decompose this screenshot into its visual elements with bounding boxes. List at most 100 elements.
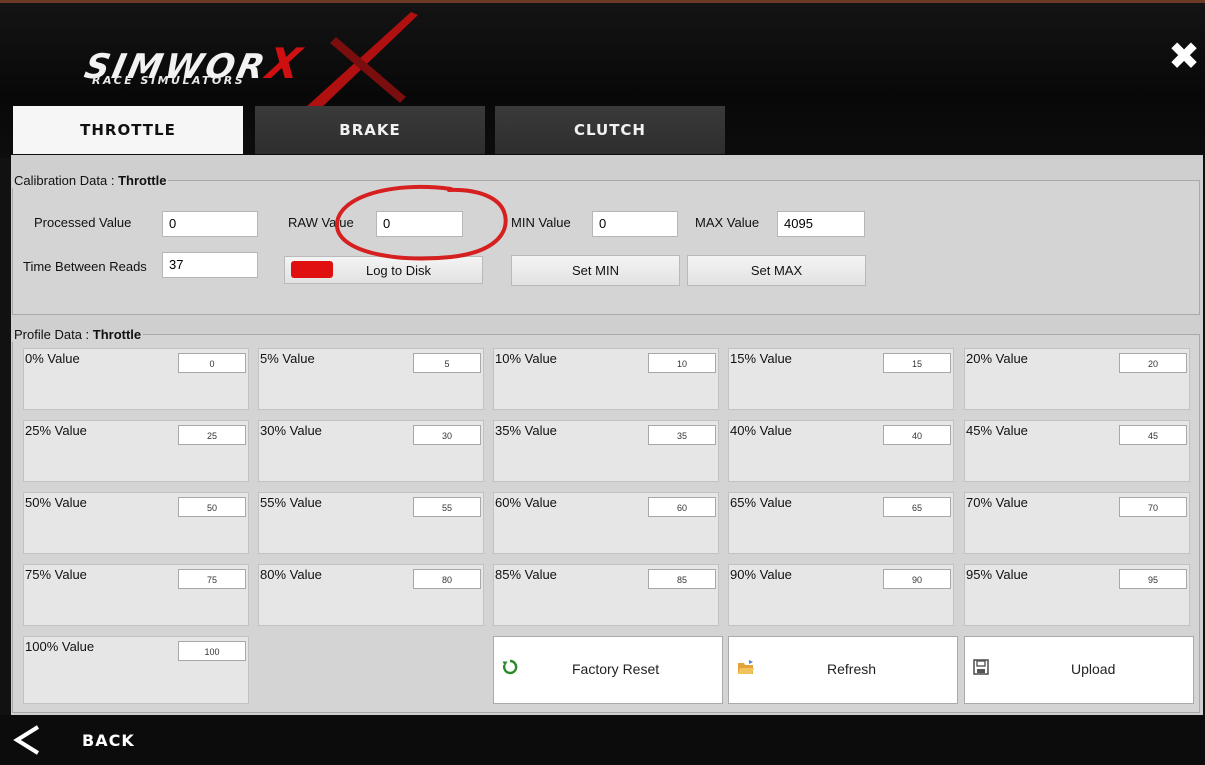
profile-value-field[interactable]: 5 (413, 353, 481, 373)
profile-value-label: 60% Value (495, 495, 557, 510)
profile-cell: 20% Value 20 (964, 348, 1190, 410)
profile-value-label: 90% Value (730, 567, 792, 582)
calibration-group: Calibration Data : Throttle (12, 173, 1200, 315)
main-panel: Calibration Data : Throttle Processed Va… (11, 155, 1203, 715)
profile-value-label: 0% Value (25, 351, 80, 366)
raw-value-field[interactable]: 0 (376, 211, 463, 237)
profile-cell: 75% Value 75 (23, 564, 249, 626)
profile-value-label: 15% Value (730, 351, 792, 366)
time-between-reads-label: Time Between Reads (23, 259, 147, 274)
profile-cell: 70% Value 70 (964, 492, 1190, 554)
profile-value-field[interactable]: 50 (178, 497, 246, 517)
profile-cell: 60% Value 60 (493, 492, 719, 554)
profile-cell: 55% Value 55 (258, 492, 484, 554)
profile-value-label: 70% Value (966, 495, 1028, 510)
profile-cell: 80% Value 80 (258, 564, 484, 626)
time-between-reads-field[interactable]: 37 (162, 252, 258, 278)
profile-value-label: 65% Value (730, 495, 792, 510)
profile-value-field[interactable]: 40 (883, 425, 951, 445)
set-max-button[interactable]: Set MAX (687, 255, 866, 286)
profile-legend: Profile Data : Throttle (14, 327, 142, 342)
factory-reset-button[interactable]: Factory Reset (493, 636, 723, 704)
profile-value-label: 45% Value (966, 423, 1028, 438)
profile-value-field[interactable]: 55 (413, 497, 481, 517)
footer-bar: BACK (0, 715, 1205, 765)
calibration-legend: Calibration Data : Throttle (14, 173, 167, 188)
max-value-label: MAX Value (695, 215, 760, 230)
profile-value-label: 100% Value (25, 639, 95, 654)
profile-value-field[interactable]: 100 (178, 641, 246, 661)
profile-cell: 30% Value 30 (258, 420, 484, 482)
set-min-button[interactable]: Set MIN (511, 255, 680, 286)
raw-value-label: RAW Value (288, 215, 354, 230)
log-to-disk-label: Log to Disk (365, 262, 432, 278)
profile-value-field[interactable]: 0 (178, 353, 246, 373)
header-bar: SIMWORX RACE SIMULATORS ✖ THROTTLE BRAKE… (0, 0, 1205, 158)
profile-value-label: 75% Value (25, 567, 87, 582)
profile-value-label: 20% Value (966, 351, 1028, 366)
profile-cell: 45% Value 45 (964, 420, 1190, 482)
back-label[interactable]: BACK (82, 731, 135, 750)
profile-cell: 10% Value 10 (493, 348, 719, 410)
refresh-button[interactable]: Refresh (728, 636, 958, 704)
profile-value-label: 55% Value (260, 495, 322, 510)
min-value-label: MIN Value (511, 215, 571, 230)
profile-value-label: 35% Value (495, 423, 557, 438)
profile-cell: 50% Value 50 (23, 492, 249, 554)
profile-value-field[interactable]: 45 (1119, 425, 1187, 445)
profile-cell: 0% Value 0 (23, 348, 249, 410)
profile-value-label: 85% Value (495, 567, 557, 582)
profile-cell: 40% Value 40 (728, 420, 954, 482)
factory-reset-label: Factory Reset (572, 661, 660, 677)
profile-cell: 85% Value 85 (493, 564, 719, 626)
profile-value-label: 10% Value (495, 351, 557, 366)
profile-value-field[interactable]: 85 (648, 569, 716, 589)
close-icon[interactable]: ✖ (1166, 37, 1202, 75)
tab-throttle[interactable]: THROTTLE (13, 106, 243, 154)
profile-value-field[interactable]: 95 (1119, 569, 1187, 589)
profile-value-field[interactable]: 65 (883, 497, 951, 517)
folder-icon (737, 659, 755, 677)
profile-value-field[interactable]: 20 (1119, 353, 1187, 373)
refresh-label: Refresh (827, 661, 877, 677)
profile-cell: 25% Value 25 (23, 420, 249, 482)
min-value-field[interactable]: 0 (592, 211, 678, 237)
upload-label: Upload (1071, 661, 1116, 677)
profile-value-field[interactable]: 80 (413, 569, 481, 589)
log-status-indicator (291, 261, 333, 278)
profile-value-field[interactable]: 60 (648, 497, 716, 517)
max-value-field[interactable]: 4095 (777, 211, 865, 237)
processed-value-label: Processed Value (34, 215, 132, 230)
log-to-disk-button[interactable]: Log to Disk (284, 256, 483, 284)
profile-value-field[interactable]: 25 (178, 425, 246, 445)
profile-cell: 35% Value 35 (493, 420, 719, 482)
profile-cell: 5% Value 5 (258, 348, 484, 410)
profile-value-label: 80% Value (260, 567, 322, 582)
back-arrow-icon[interactable] (12, 724, 42, 756)
profile-value-label: 40% Value (730, 423, 792, 438)
profile-value-label: 30% Value (260, 423, 322, 438)
profile-value-field[interactable]: 10 (648, 353, 716, 373)
profile-value-field[interactable]: 35 (648, 425, 716, 445)
logo-swoosh-icon (306, 12, 418, 111)
profile-value-field[interactable]: 75 (178, 569, 246, 589)
processed-value-field[interactable]: 0 (162, 211, 258, 237)
profile-value-label: 5% Value (260, 351, 315, 366)
profile-cell: 90% Value 90 (728, 564, 954, 626)
tab-clutch[interactable]: CLUTCH (495, 106, 725, 154)
upload-button[interactable]: Upload (964, 636, 1194, 704)
profile-value-label: 25% Value (25, 423, 87, 438)
profile-cell: 95% Value 95 (964, 564, 1190, 626)
profile-value-field[interactable]: 30 (413, 425, 481, 445)
profile-value-field[interactable]: 90 (883, 569, 951, 589)
reset-icon (502, 659, 520, 677)
simworx-logo: SIMWORX RACE SIMULATORS (81, 12, 446, 111)
profile-value-field[interactable]: 15 (883, 353, 951, 373)
profile-cell: 15% Value 15 (728, 348, 954, 410)
profile-cell: 65% Value 65 (728, 492, 954, 554)
tab-brake[interactable]: BRAKE (255, 106, 485, 154)
logo-tagline: RACE SIMULATORS (92, 74, 246, 87)
save-icon (973, 659, 991, 677)
profile-value-label: 50% Value (25, 495, 87, 510)
profile-value-field[interactable]: 70 (1119, 497, 1187, 517)
